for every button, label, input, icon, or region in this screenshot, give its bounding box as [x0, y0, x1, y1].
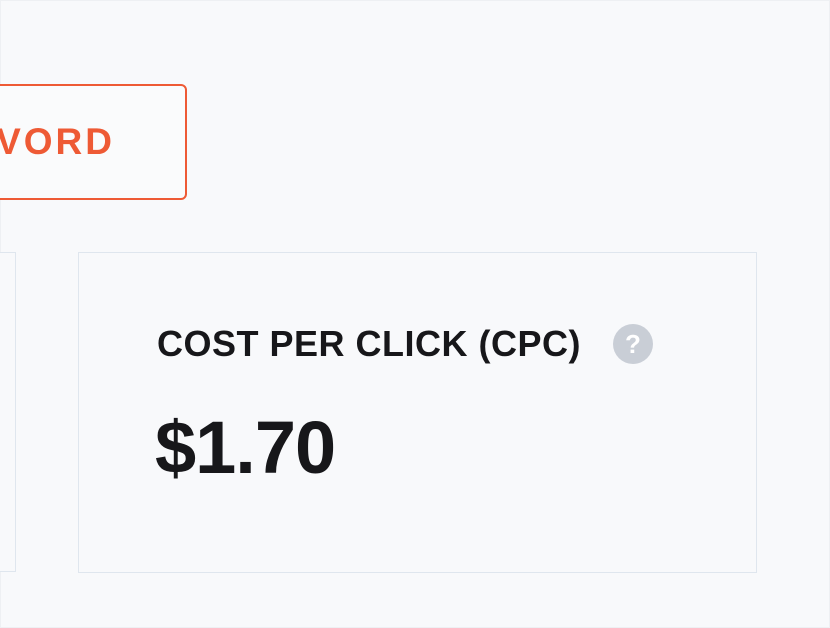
- cpc-value: $1.70: [155, 406, 336, 489]
- cpc-metric-card: COST PER CLICK (CPC) ? $1.70: [78, 252, 757, 573]
- cpc-title-row: COST PER CLICK (CPC) ?: [157, 323, 653, 365]
- previous-metric-card: [0, 252, 16, 572]
- question-mark-icon[interactable]: ?: [613, 324, 653, 364]
- cpc-title: COST PER CLICK (CPC): [157, 323, 581, 364]
- keyword-button[interactable]: VORD: [0, 84, 187, 200]
- keyword-button-label: VORD: [0, 121, 115, 162]
